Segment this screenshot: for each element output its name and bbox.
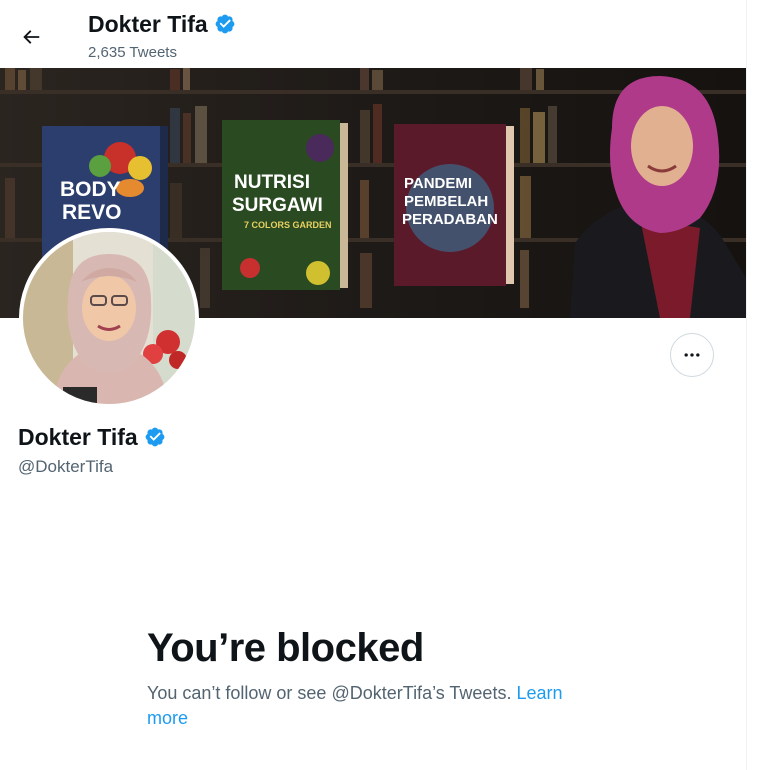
book2-line3: 7 COLORS GARDEN bbox=[244, 220, 332, 230]
header-name: Dokter Tifa bbox=[88, 11, 208, 37]
profile-header: Dokter Tifa 2,635 Tweets bbox=[0, 0, 746, 68]
book1-line2: REVO bbox=[62, 201, 122, 224]
book2-line2: SURGAWI bbox=[232, 195, 323, 216]
verified-badge-icon[interactable] bbox=[144, 426, 166, 448]
avatar-image bbox=[23, 232, 195, 404]
book3-line1: PANDEMI bbox=[404, 175, 472, 192]
tweet-count: 2,635 Tweets bbox=[88, 44, 177, 61]
blocked-title: You’re blocked bbox=[147, 626, 424, 670]
arrow-left-icon bbox=[23, 30, 40, 44]
more-options-button[interactable] bbox=[670, 333, 714, 377]
book-pandemi: PANDEMI PEMBELAH PERADABAN bbox=[394, 124, 514, 286]
more-dots-icon bbox=[684, 353, 700, 357]
header-title: Dokter Tifa bbox=[88, 9, 236, 39]
back-button[interactable] bbox=[14, 20, 48, 54]
profile-avatar[interactable] bbox=[19, 228, 199, 408]
profile-handle: @DokterTifa bbox=[18, 457, 114, 476]
profile-name: Dokter Tifa bbox=[18, 424, 138, 450]
book3-line2: PEMBELAH bbox=[404, 193, 488, 210]
profile-column: Dokter Tifa 2,635 Tweets BODY REVO NUTRI… bbox=[0, 0, 747, 770]
verified-badge-icon bbox=[215, 14, 235, 34]
book2-line1: NUTRISI bbox=[234, 172, 310, 193]
book1-line1: BODY bbox=[60, 178, 121, 201]
book3-line3: PERADABAN bbox=[402, 211, 498, 228]
profile-name-row: Dokter Tifa bbox=[18, 422, 166, 452]
blocked-description: You can’t follow or see @DokterTifa’s Tw… bbox=[147, 681, 607, 731]
book-nutrisi-surgawi: NUTRISI SURGAWI 7 COLORS GARDEN bbox=[222, 120, 348, 290]
blocked-description-text: You can’t follow or see @DokterTifa’s Tw… bbox=[147, 683, 512, 703]
